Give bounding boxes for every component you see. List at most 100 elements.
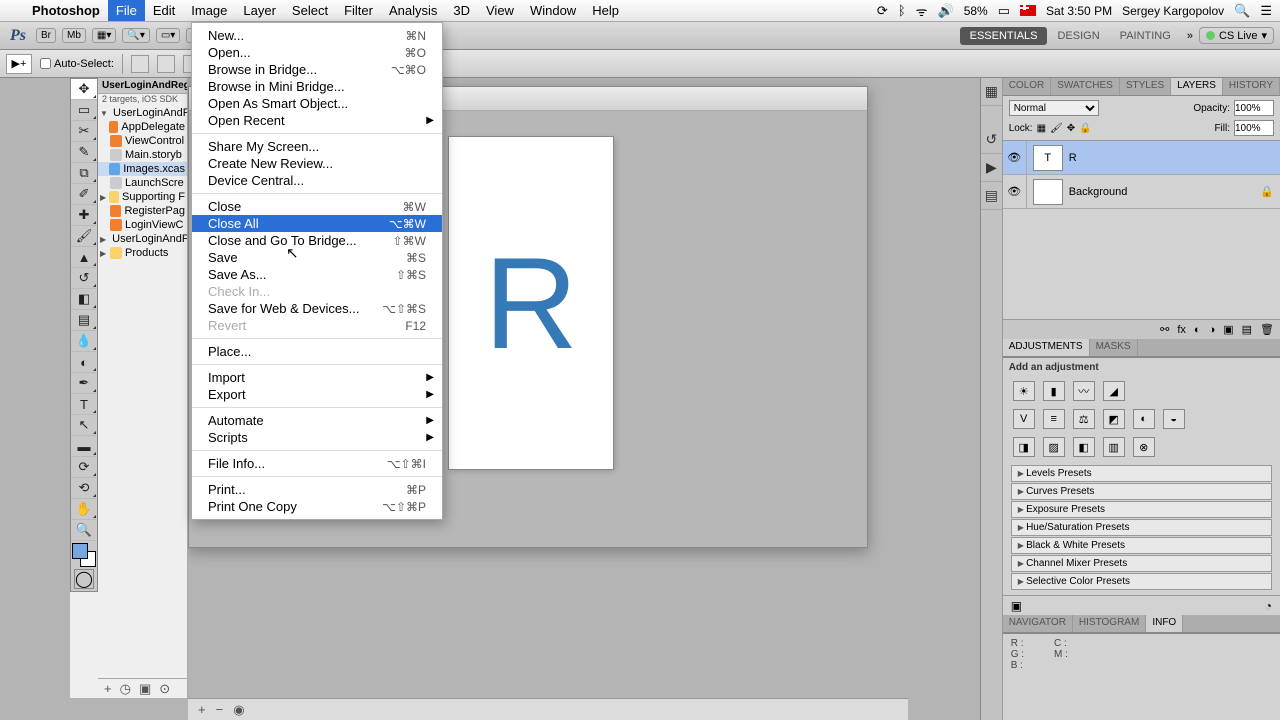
menu-layer[interactable]: Layer	[235, 0, 284, 21]
nav-item[interactable]: ▼UserLoginAndReg	[98, 106, 187, 120]
quickselect-tool[interactable]: ✎	[71, 142, 97, 163]
blur-tool[interactable]: 💧	[71, 331, 97, 352]
sync-icon[interactable]: ⟳	[877, 3, 888, 19]
posterize-adj-icon[interactable]: ▨	[1043, 437, 1065, 457]
project-title[interactable]: UserLoginAndRegis	[98, 78, 187, 94]
menuitem-device-central-[interactable]: Device Central...	[192, 172, 442, 189]
3d-tool[interactable]: ⟳	[71, 457, 97, 478]
adjustment-layer-icon[interactable]: ◑	[1209, 324, 1216, 336]
cslive-button[interactable]: CS Live ▾	[1199, 27, 1274, 44]
crop-tool[interactable]: ⧉	[71, 163, 97, 184]
canvas[interactable]: R	[449, 137, 613, 469]
nav-item[interactable]: Main.storyb	[98, 148, 187, 162]
menu-analysis[interactable]: Analysis	[381, 0, 445, 21]
stamp-tool[interactable]: ▲	[71, 247, 97, 268]
exposure-adj-icon[interactable]: ◢	[1103, 381, 1125, 401]
user-name[interactable]: Sergey Kargopolov	[1122, 4, 1224, 18]
filter-icon[interactable]: ⊙	[159, 681, 170, 697]
preset-item[interactable]: Hue/Saturation Presets	[1011, 519, 1272, 536]
menuitem-print-one-copy[interactable]: Print One Copy⌥⇧⌘P	[192, 498, 442, 515]
menuitem-automate[interactable]: Automate▶	[192, 412, 442, 429]
align-icon[interactable]	[131, 55, 149, 73]
add-button[interactable]: +	[104, 681, 112, 696]
pen-tool[interactable]: ✒	[71, 373, 97, 394]
gradientmap-adj-icon[interactable]: ▥	[1103, 437, 1125, 457]
menuitem-create-new-review-[interactable]: Create New Review...	[192, 155, 442, 172]
hand-tool[interactable]: ✋	[71, 499, 97, 520]
app-name[interactable]: Photoshop	[24, 3, 108, 18]
layer-row[interactable]: 👁TR	[1003, 141, 1280, 175]
preset-item[interactable]: Selective Color Presets	[1011, 573, 1272, 590]
workspace-painting[interactable]: PAINTING	[1110, 27, 1181, 45]
delete-layer-icon[interactable]: 🗑	[1260, 323, 1274, 336]
adj-clip-icon[interactable]: ▣	[1011, 599, 1022, 613]
menuitem-print-[interactable]: Print...⌘P	[192, 481, 442, 498]
move-tool[interactable]: ✥	[71, 79, 97, 100]
quick-mask-button[interactable]: ◯	[74, 569, 94, 589]
remove-button[interactable]: −	[216, 702, 224, 717]
view-button[interactable]: ◉	[233, 702, 244, 718]
auto-select-checkbox[interactable]: Auto-Select:	[40, 58, 114, 70]
nav-item[interactable]: LoginViewC	[98, 218, 187, 232]
filter-recent-icon[interactable]: ◷	[120, 681, 131, 697]
workspace-essentials[interactable]: ESSENTIALS	[960, 27, 1048, 45]
marquee-tool[interactable]: ▭	[71, 100, 97, 121]
tab-masks[interactable]: MASKS	[1090, 339, 1138, 356]
menuitem-open-[interactable]: Open...⌘O	[192, 44, 442, 61]
actions-panel-icon[interactable]: ▶	[981, 154, 1002, 182]
bluetooth-icon[interactable]: ᛒ	[898, 3, 906, 18]
menuitem-close-and-go-to-bridge-[interactable]: Close and Go To Bridge...⇧⌘W	[192, 232, 442, 249]
menu-3d[interactable]: 3D	[445, 0, 478, 21]
vibrance-adj-icon[interactable]: V	[1013, 409, 1035, 429]
adj-reset-icon[interactable]: ◔	[1265, 599, 1272, 613]
tab-color[interactable]: COLOR	[1003, 78, 1052, 95]
path-tool[interactable]: ↖	[71, 415, 97, 436]
photofilter-adj-icon[interactable]: ◐	[1133, 409, 1155, 429]
brush-tool[interactable]: 🖌	[71, 226, 97, 247]
preset-item[interactable]: Curves Presets	[1011, 483, 1272, 500]
flag-canada-icon[interactable]	[1020, 5, 1036, 16]
nav-item[interactable]: AppDelegate	[98, 120, 187, 134]
tool-preset-picker[interactable]: ▶+	[6, 54, 32, 74]
group-icon[interactable]: ▣	[1223, 323, 1233, 336]
lock-transparency-icon[interactable]: ▦	[1037, 123, 1046, 134]
menuitem-place-[interactable]: Place...	[192, 343, 442, 360]
channelmixer-adj-icon[interactable]: ◒	[1163, 409, 1185, 429]
threshold-adj-icon[interactable]: ◧	[1073, 437, 1095, 457]
bw-adj-icon[interactable]: ◩	[1103, 409, 1125, 429]
brightness-adj-icon[interactable]: ☀	[1013, 381, 1035, 401]
menu-window[interactable]: Window	[522, 0, 584, 21]
nav-item[interactable]: ViewControl	[98, 134, 187, 148]
menu-extras-icon[interactable]: ☰	[1260, 3, 1272, 19]
menuitem-new-[interactable]: New...⌘N	[192, 27, 442, 44]
filter-scm-icon[interactable]: ▣	[139, 681, 151, 697]
healing-tool[interactable]: ✚	[71, 205, 97, 226]
preset-item[interactable]: Black & White Presets	[1011, 537, 1272, 554]
lock-position-icon[interactable]: ✥	[1067, 123, 1075, 134]
minibridge-button[interactable]: Mb	[62, 28, 86, 43]
hue-adj-icon[interactable]: ≡	[1043, 409, 1065, 429]
add-button[interactable]: +	[198, 702, 206, 717]
menu-select[interactable]: Select	[284, 0, 336, 21]
volume-icon[interactable]: 🔊	[938, 3, 954, 19]
history-panel-icon[interactable]: ↺	[981, 126, 1002, 154]
nav-item[interactable]: ▶UserLoginAndF	[98, 232, 187, 246]
presets-panel-icon[interactable]: ▤	[981, 182, 1002, 210]
gradient-tool[interactable]: ▤	[71, 310, 97, 331]
zoom-button[interactable]: 🔍▾	[122, 28, 149, 43]
menuitem-share-my-screen-[interactable]: Share My Screen...	[192, 138, 442, 155]
menuitem-file-info-[interactable]: File Info...⌥⇧⌘I	[192, 455, 442, 472]
wifi-icon[interactable]: ᯤ	[916, 2, 928, 20]
selectivecolor-adj-icon[interactable]: ⊗	[1133, 437, 1155, 457]
viewextras-button[interactable]: ▦▾	[92, 28, 116, 43]
nav-item[interactable]: ▶Supporting F	[98, 190, 187, 204]
menuitem-browse-in-bridge-[interactable]: Browse in Bridge...⌥⌘O	[192, 61, 442, 78]
menuitem-export[interactable]: Export▶	[192, 386, 442, 403]
clock[interactable]: Sat 3:50 PM	[1046, 4, 1112, 18]
link-layers-icon[interactable]: ⚯	[1160, 323, 1169, 336]
layer-row[interactable]: 👁Background🔒	[1003, 175, 1280, 209]
visibility-icon[interactable]: 👁	[1003, 175, 1027, 208]
colorbalance-adj-icon[interactable]: ⚖	[1073, 409, 1095, 429]
levels-adj-icon[interactable]: ▮	[1043, 381, 1065, 401]
shape-tool[interactable]: ▬	[71, 436, 97, 457]
